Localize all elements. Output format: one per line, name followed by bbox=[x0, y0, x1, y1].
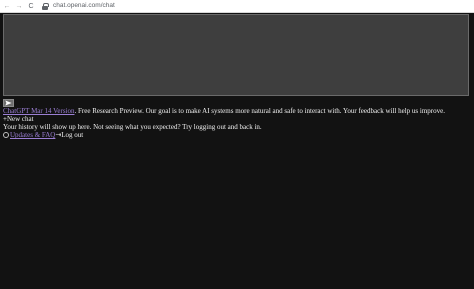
send-button[interactable] bbox=[3, 99, 14, 107]
logout-link[interactable]: Log out bbox=[61, 131, 83, 139]
updates-faq-link[interactable]: Updates & FAQ bbox=[10, 131, 55, 139]
address-bar-url[interactable]: chat.openai.com/chat bbox=[53, 2, 115, 10]
new-chat-label: New chat bbox=[6, 115, 34, 123]
history-message: Your history will show up here. Not seei… bbox=[3, 123, 262, 131]
reload-icon[interactable]: C bbox=[26, 1, 36, 11]
lock-icon[interactable] bbox=[42, 2, 49, 10]
disclaimer-text: . Free Research Preview. Our goal is to … bbox=[74, 107, 445, 115]
page-text: ChatGPT Mar 14 Version. Free Research Pr… bbox=[3, 107, 469, 139]
sidebar-links: Updates & FAQ⇥Log out bbox=[3, 131, 469, 139]
forward-arrow-icon[interactable]: → bbox=[14, 1, 24, 11]
footer-line: ChatGPT Mar 14 Version. Free Research Pr… bbox=[3, 107, 469, 115]
external-link-icon bbox=[3, 132, 9, 138]
back-arrow-icon[interactable]: ← bbox=[2, 1, 12, 11]
new-chat-button[interactable]: +New chat bbox=[3, 115, 469, 123]
browser-toolbar: ← → C chat.openai.com/chat bbox=[0, 0, 474, 13]
version-link[interactable]: ChatGPT Mar 14 Version bbox=[3, 107, 75, 115]
paper-plane-icon bbox=[5, 100, 12, 106]
prompt-textarea[interactable] bbox=[3, 14, 469, 96]
